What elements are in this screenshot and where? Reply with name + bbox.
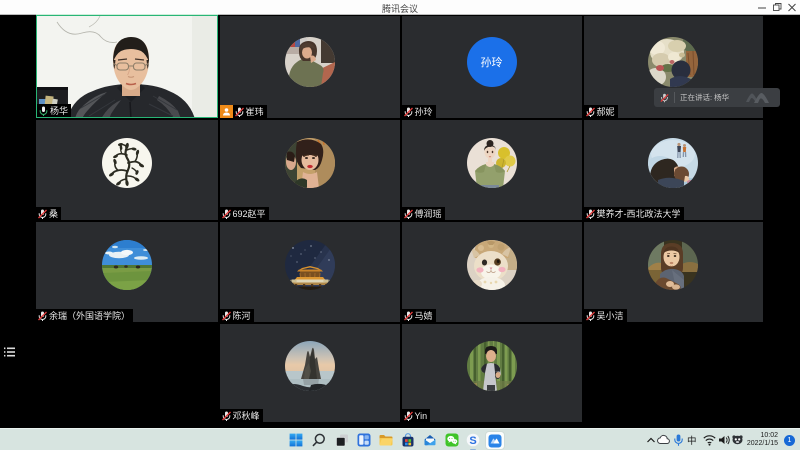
svg-text:S: S [469,435,476,447]
